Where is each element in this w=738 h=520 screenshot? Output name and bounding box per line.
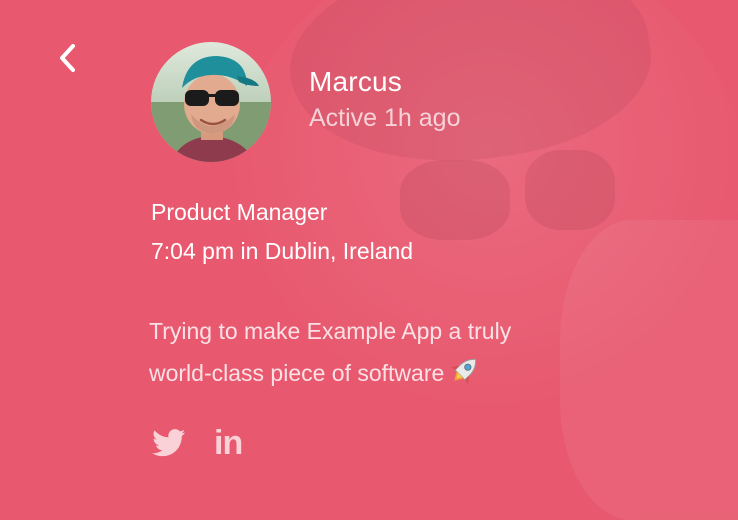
- rocket-icon: [448, 353, 482, 400]
- bio-line-1: Trying to make Example App a truly: [149, 318, 512, 344]
- chevron-left-icon: [60, 44, 75, 72]
- user-name: Marcus: [309, 66, 402, 97]
- bio: Trying to make Example App a truly world…: [149, 310, 609, 400]
- avatar-photo: [151, 42, 271, 162]
- twitter-icon: [152, 429, 186, 457]
- back-button[interactable]: [52, 40, 84, 76]
- bio-line-2: world-class piece of software: [149, 360, 445, 386]
- job-title: Product Manager: [151, 199, 328, 225]
- local-time: 7:04 pm in Dublin, Ireland: [151, 238, 414, 264]
- twitter-link[interactable]: [152, 429, 186, 457]
- avatar: [151, 42, 271, 162]
- linkedin-link[interactable]: in: [214, 424, 243, 462]
- social-links: in: [152, 424, 243, 462]
- bio-line-2-wrapper: world-class piece of software: [149, 352, 609, 400]
- linkedin-icon: in: [214, 424, 243, 462]
- active-status: Active 1h ago: [309, 104, 461, 132]
